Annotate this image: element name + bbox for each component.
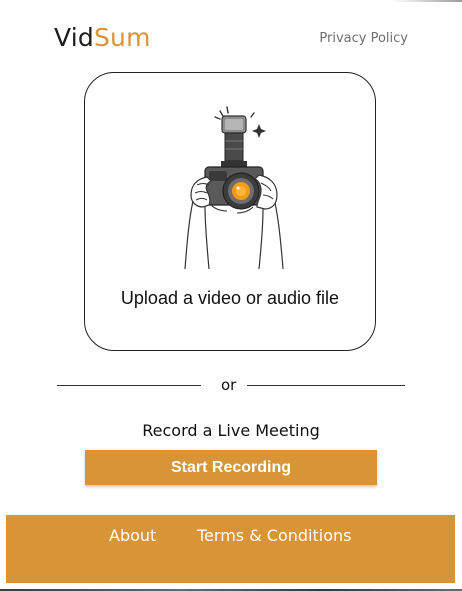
record-meeting-title: Record a Live Meeting	[142, 421, 320, 440]
or-divider: or	[57, 374, 405, 396]
divider-line-left	[57, 385, 201, 386]
footer-link-about[interactable]: About	[109, 525, 156, 547]
brand-logo[interactable]: VidSum	[54, 21, 151, 55]
window-bottom-edge	[0, 583, 462, 591]
upload-label: Upload a video or audio file	[120, 288, 340, 308]
header: VidSum Privacy Policy	[0, 0, 462, 70]
camera-hands-illustration-icon	[184, 106, 284, 270]
logo-text-vid: Vid	[54, 23, 94, 52]
logo-text-sum: Sum	[93, 23, 151, 52]
divider-line-right	[247, 385, 405, 386]
privacy-policy-link[interactable]: Privacy Policy	[319, 30, 408, 48]
divider-text: or	[221, 376, 237, 394]
footer: About Terms & Conditions	[6, 515, 455, 583]
footer-link-terms[interactable]: Terms & Conditions	[197, 525, 351, 547]
start-recording-button[interactable]: Start Recording	[85, 450, 377, 485]
upload-dropzone[interactable]: Upload a video or audio file	[84, 72, 376, 351]
